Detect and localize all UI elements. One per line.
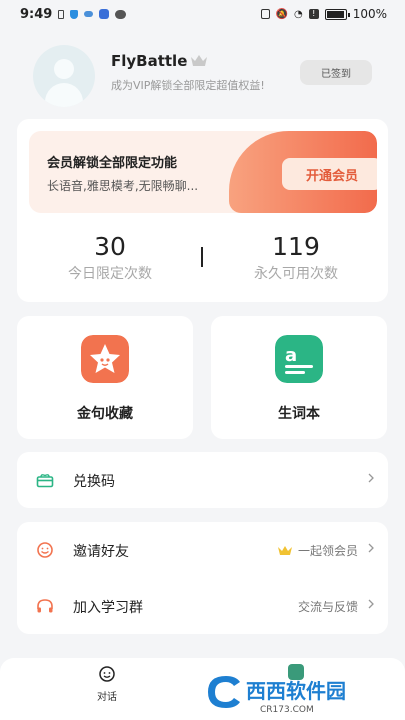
usb-icon [58, 9, 65, 19]
group-label: 加入学习群 [73, 600, 143, 616]
today-count: 30 今日限定次数 [25, 232, 195, 283]
avatar-head [54, 59, 74, 79]
chevron-right-icon [368, 599, 374, 609]
social-card: 邀请好友 一起领会员 加入学习群 交流与反馈 [17, 522, 388, 634]
username: FlyBattle [111, 52, 188, 70]
alert-icon: ! [308, 9, 319, 19]
count-divider [201, 247, 203, 267]
app-icon [99, 9, 110, 19]
group-item[interactable]: 加入学习群 交流与反馈 [17, 578, 388, 634]
vip-crown-icon [191, 55, 207, 66]
permanent-count-value: 119 [272, 232, 320, 261]
chat-icon [99, 666, 115, 682]
status-left: 9:49 [20, 6, 127, 22]
gift-icon [36, 474, 54, 488]
vip-title: 会员解锁全部限定功能 [47, 156, 178, 171]
redeem-card: 兑换码 [17, 452, 388, 508]
vocab-book-icon: a [275, 335, 323, 383]
chevron-right-icon [368, 543, 374, 553]
mute-icon: 🔕 [275, 8, 288, 20]
vip-banner[interactable]: 会员解锁全部限定功能 长语音,雅思模考,无限畅聊... 开通会员 [29, 131, 377, 213]
status-bar: 9:49 🔕 ◔ ! 100% [0, 0, 405, 28]
avatar[interactable] [33, 45, 95, 107]
avatar-body [45, 83, 83, 107]
tile-quotes[interactable]: 金句收藏 [17, 316, 193, 439]
battery-icon [324, 8, 350, 20]
star-icon [81, 335, 129, 383]
status-time: 9:49 [20, 6, 53, 22]
wechat-icon [115, 9, 127, 19]
tab-chat[interactable]: 对话 [90, 666, 124, 703]
vip-badge-icon [277, 546, 292, 555]
today-count-label: 今日限定次数 [68, 266, 152, 282]
tile-vocab-label: 生词本 [278, 406, 320, 422]
permanent-count-label: 永久可用次数 [254, 266, 338, 282]
group-right: 交流与反馈 [298, 598, 358, 615]
permanent-count: 119 永久可用次数 [211, 232, 381, 283]
tab-chat-label: 对话 [97, 692, 117, 703]
tile-quotes-label: 金句收藏 [77, 406, 133, 422]
tile-vocab[interactable]: a 生词本 [211, 316, 387, 439]
nfc-icon [260, 9, 270, 19]
today-count-value: 30 [94, 232, 126, 261]
status-right: 🔕 ◔ ! 100% [260, 7, 387, 21]
wifi-icon: ◔ [293, 8, 303, 20]
watermark-logo: 西西软件园 CR173.COM [208, 676, 346, 715]
bird-icon [84, 11, 94, 17]
vip-tip: 成为VIP解锁全部限定超值权益! [111, 79, 265, 92]
vip-card: 会员解锁全部限定功能 长语音,雅思模考,无限畅聊... 开通会员 30 今日限定… [17, 119, 388, 302]
open-vip-button[interactable]: 开通会员 [282, 158, 377, 190]
vip-subtitle: 长语音,雅思模考,无限畅聊... [47, 179, 199, 193]
redeem-item[interactable]: 兑换码 [17, 452, 388, 508]
invite-right: 一起领会员 [277, 542, 358, 559]
watermark-brand: 西西软件园 [246, 679, 346, 703]
watermark-url: CR173.COM [260, 705, 314, 715]
battery-text: 100% [352, 7, 387, 21]
invite-item[interactable]: 邀请好友 一起领会员 [17, 522, 388, 578]
headphones-icon [37, 599, 53, 613]
group-right-text: 交流与反馈 [297, 600, 358, 614]
svg-text:a: a [285, 345, 297, 366]
profile-header: FlyBattle 成为VIP解锁全部限定超值权益! 已签到 [0, 40, 405, 110]
invite-label: 邀请好友 [73, 544, 129, 560]
shield-icon [70, 9, 79, 19]
redeem-label: 兑换码 [73, 474, 115, 490]
battery-fill [326, 10, 344, 18]
smile-icon [37, 542, 53, 558]
chevron-right-icon [368, 473, 374, 483]
invite-right-text: 一起领会员 [297, 544, 358, 558]
signin-button[interactable]: 已签到 [300, 60, 372, 85]
